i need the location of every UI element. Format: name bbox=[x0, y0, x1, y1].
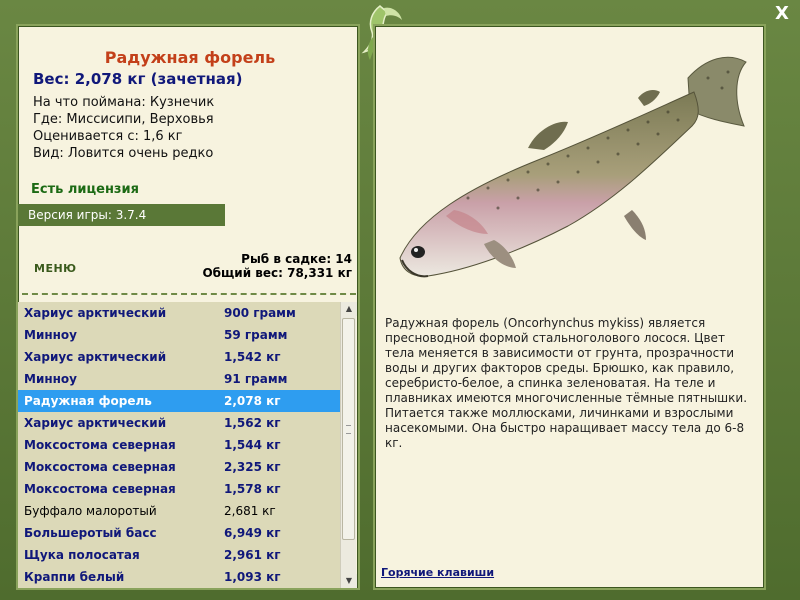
close-button[interactable]: X bbox=[772, 4, 792, 24]
catch-list-row[interactable]: Моксостома северная 1,544 кг bbox=[18, 434, 340, 456]
catch-fish-weight: 91 грамм bbox=[224, 372, 288, 386]
fish-title: Радужная форель bbox=[104, 48, 276, 67]
catch-fish-name: Краппи белый bbox=[24, 570, 125, 584]
catch-fish-name: Хариус арктический bbox=[24, 306, 167, 320]
catch-list-row[interactable]: Хариус арктический 1,562 кг bbox=[18, 412, 340, 434]
catch-fish-name: Минноу bbox=[24, 328, 77, 342]
menu-button[interactable]: МЕНЮ bbox=[34, 262, 77, 275]
catch-fish-name: Моксостома северная bbox=[24, 482, 176, 496]
keepnet-stats: Рыб в садке: 14 Общий вес: 78,331 кг bbox=[202, 252, 352, 280]
location-line: Где: Миссисипи, Верховья bbox=[33, 112, 214, 127]
catch-fish-weight: 1,544 кг bbox=[224, 438, 281, 452]
catch-list-row[interactable]: Большеротый басс 6,949 кг bbox=[18, 522, 340, 544]
scroll-thumb[interactable] bbox=[342, 318, 355, 540]
catch-fish-name: Буффало малоротый bbox=[24, 504, 157, 518]
hotkeys-link[interactable]: Горячие клавиши bbox=[381, 566, 494, 579]
catch-fish-weight: 1,542 кг bbox=[224, 350, 281, 364]
catch-list[interactable]: Хариус арктический 900 грамм Минноу 59 грам… bbox=[18, 302, 340, 588]
rarity-line: Вид: Ловится очень редко bbox=[33, 146, 214, 161]
catch-list-row[interactable]: Моксостома северная 1,578 кг bbox=[18, 478, 340, 500]
rainbow-trout-image bbox=[399, 56, 747, 278]
rated-from-line: Оценивается с: 1,6 кг bbox=[33, 129, 183, 144]
catch-list-row[interactable]: Моксостома северная 2,325 кг bbox=[18, 456, 340, 478]
caught-on-line: На что поймана: Кузнечик bbox=[33, 95, 215, 110]
catch-list-row[interactable]: Буффало малоротый 2,681 кг bbox=[18, 500, 340, 522]
catch-fish-weight: 2,961 кг bbox=[224, 548, 281, 562]
fish-count: Рыб в садке: 14 bbox=[241, 252, 352, 266]
catch-fish-name: Большеротый басс bbox=[24, 526, 157, 540]
catch-fish-name: Хариус арктический bbox=[24, 350, 167, 364]
catch-fish-weight: 1,578 кг bbox=[224, 482, 281, 496]
catch-fish-name: Радужная форель bbox=[24, 394, 152, 408]
catch-fish-weight: 2,078 кг bbox=[224, 394, 281, 408]
catch-list-row[interactable]: Хариус арктический 1,542 кг bbox=[18, 346, 340, 368]
scroll-up-arrow-icon[interactable]: ▲ bbox=[341, 302, 357, 316]
catch-fish-weight: 2,681 кг bbox=[224, 504, 276, 518]
catch-fish-name: Минноу bbox=[24, 372, 77, 386]
catch-fish-name: Моксостома северная bbox=[24, 460, 176, 474]
catch-list-scrollbar[interactable]: ▲ ▼ bbox=[340, 302, 357, 588]
catch-list-row[interactable]: Минноу 59 грамм bbox=[18, 324, 340, 346]
catch-list-row[interactable]: Краппи белый 1,093 кг bbox=[18, 566, 340, 588]
scroll-down-arrow-icon[interactable]: ▼ bbox=[341, 574, 357, 588]
catch-fish-weight: 900 грамм bbox=[224, 306, 296, 320]
catch-fish-weight: 59 грамм bbox=[224, 328, 288, 342]
catch-fish-weight: 1,093 кг bbox=[224, 570, 281, 584]
version-bar: Версия игры: 3.7.4 bbox=[18, 204, 225, 226]
catch-list-row[interactable]: Радужная форель 2,078 кг bbox=[18, 390, 340, 412]
catch-list-row[interactable]: Хариус арктический 900 грамм bbox=[18, 302, 340, 324]
catch-fish-name: Моксостома северная bbox=[24, 438, 176, 452]
fish-info-lines: На что поймана: Кузнечик Где: Миссисипи,… bbox=[33, 94, 214, 162]
catch-fish-name: Щука полосатая bbox=[24, 548, 140, 562]
catch-fish-weight: 6,949 кг bbox=[224, 526, 281, 540]
total-weight: Общий вес: 78,331 кг bbox=[202, 266, 352, 280]
catch-fish-weight: 1,562 кг bbox=[224, 416, 281, 430]
catch-list-row[interactable]: Щука полосатая 2,961 кг bbox=[18, 544, 340, 566]
catch-fish-name: Хариус арктический bbox=[24, 416, 167, 430]
fish-weight: Вес: 2,078 кг (зачетная) bbox=[33, 70, 243, 88]
catch-fish-weight: 2,325 кг bbox=[224, 460, 281, 474]
license-status: Есть лицензия bbox=[31, 182, 139, 197]
dashed-divider bbox=[22, 293, 356, 295]
fish-description: Радужная форель (Oncorhynchus mykiss) яв… bbox=[385, 316, 748, 450]
catch-list-row[interactable]: Минноу 91 грамм bbox=[18, 368, 340, 390]
